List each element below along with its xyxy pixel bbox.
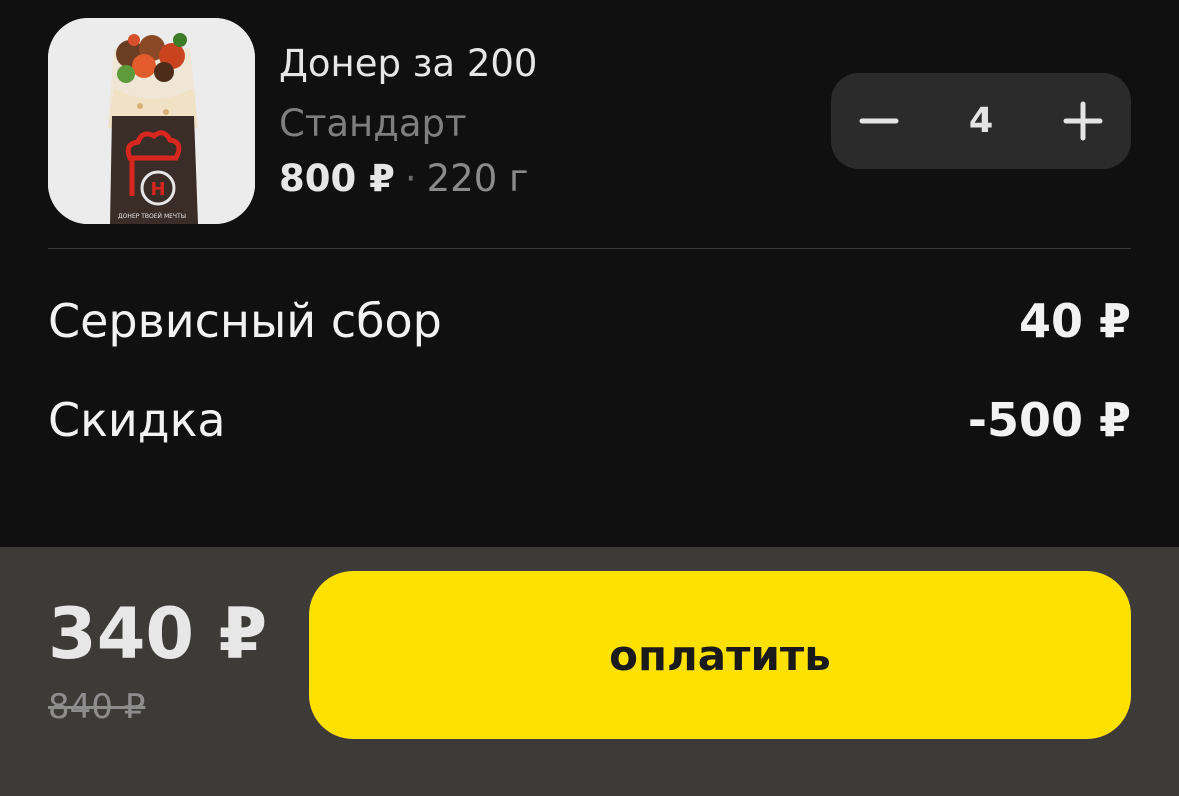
doner-wrap-image: H ДОНЕР ТВОЕЙ МЕЧТЫ xyxy=(48,18,255,224)
discount-label: Скидка xyxy=(48,393,226,447)
cart-item: H ДОНЕР ТВОЕЙ МЕЧТЫ Донер за 200 Стандар… xyxy=(48,16,1131,226)
product-image[interactable]: H ДОНЕР ТВОЕЙ МЕЧТЫ xyxy=(48,18,255,224)
quantity-stepper: 4 xyxy=(831,73,1131,169)
old-total-price: 840 ₽ xyxy=(48,687,146,727)
meta-separator: · xyxy=(404,157,417,200)
product-price: 800 ₽ xyxy=(279,157,395,200)
cart-screen: H ДОНЕР ТВОЕЙ МЕЧТЫ Донер за 200 Стандар… xyxy=(0,0,1179,796)
increase-quantity-button[interactable] xyxy=(1035,73,1131,169)
product-variant: Стандарт xyxy=(279,102,467,145)
service-fee-value: 40 ₽ xyxy=(1018,294,1131,348)
product-weight: 220 г xyxy=(426,157,529,200)
svg-text:ДОНЕР ТВОЕЙ МЕЧТЫ: ДОНЕР ТВОЕЙ МЕЧТЫ xyxy=(118,213,186,220)
minus-icon xyxy=(859,118,899,124)
divider xyxy=(48,248,1131,249)
discount-row: Скидка -500 ₽ xyxy=(48,393,1131,453)
product-meta: 800 ₽ · 220 г xyxy=(279,157,528,200)
plus-icon xyxy=(1063,101,1103,141)
pay-button[interactable]: оплатить xyxy=(309,571,1131,739)
svg-text:H: H xyxy=(150,179,165,200)
decrease-quantity-button[interactable] xyxy=(831,73,927,169)
checkout-footer: 340 ₽ 840 ₽ оплатить xyxy=(0,547,1179,796)
discount-value: -500 ₽ xyxy=(967,393,1131,447)
product-title: Донер за 200 xyxy=(279,42,538,85)
quantity-value: 4 xyxy=(968,101,994,141)
total-price: 340 ₽ xyxy=(48,593,268,675)
service-fee-label: Сервисный сбор xyxy=(48,294,442,348)
service-fee-row: Сервисный сбор 40 ₽ xyxy=(48,294,1131,354)
